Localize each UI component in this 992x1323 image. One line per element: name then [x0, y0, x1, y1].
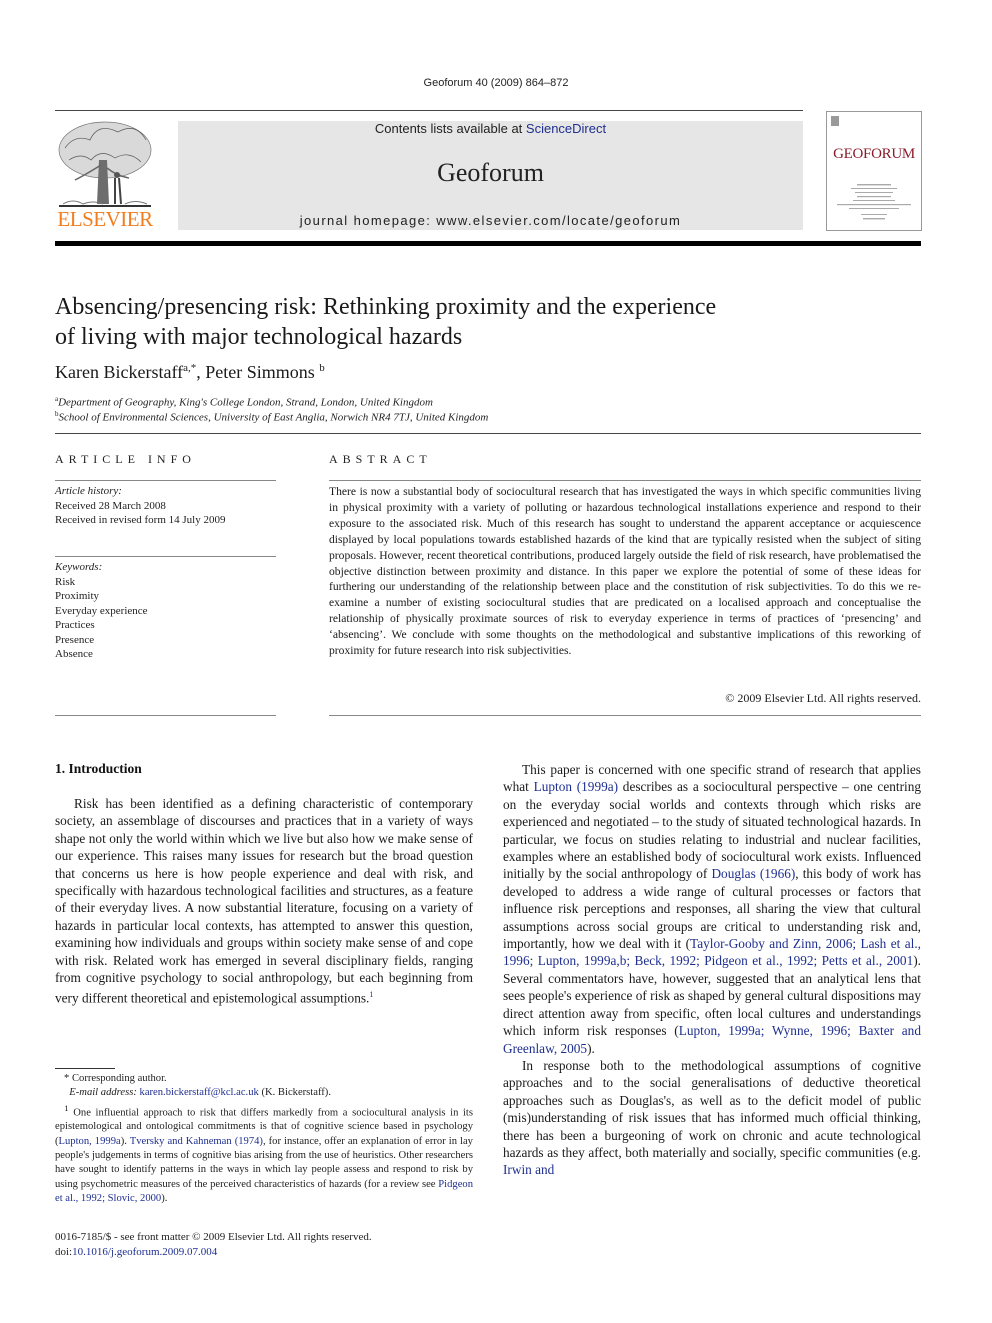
article-title-line-1: Absencing/presencing risk: Rethinking pr… — [55, 294, 717, 320]
keyword-item: Proximity — [55, 590, 100, 602]
affiliation-b: bSchool of Environmental Sciences, Unive… — [55, 410, 488, 424]
keyword-item: Practices — [55, 619, 95, 631]
tree-icon — [58, 121, 152, 207]
affiliation-text: School of Environmental Sciences, Univer… — [58, 411, 489, 424]
article-title-line-2: of living with major technological hazar… — [55, 324, 463, 350]
running-head: Geoforum 40 (2009) 864–872 — [423, 77, 569, 89]
author-list: Karen Bickerstaffa,*, Peter Simmons b — [55, 362, 325, 383]
footnote-mark: * — [64, 1073, 70, 1084]
article-info-rule — [55, 480, 276, 481]
author-marks[interactable]: a,* — [183, 362, 196, 374]
publisher-logo-text: ELSEVIER — [57, 207, 153, 231]
keyword-item: Presence — [55, 633, 95, 646]
intro-paragraph-3: In response both to the methodological a… — [503, 1057, 921, 1179]
intro-paragraph-1: Risk has been identified as a defining c… — [55, 795, 473, 1007]
author-marks[interactable]: b — [319, 362, 325, 374]
body-column-right: This paper is concerned with one specifi… — [503, 761, 921, 1179]
article-info-bottom-rule — [55, 715, 276, 716]
article-history-label: Article history: — [55, 485, 122, 497]
citation-link[interactable]: Lupton, 1999a — [59, 1136, 121, 1147]
paragraph-text: Risk has been identified as a defining c… — [55, 796, 473, 1006]
citation-link[interactable]: Tversky and Kahneman (1974) — [130, 1136, 263, 1147]
footnote-email: E-mail address: karen.bickerstaff@kcl.ac… — [55, 1086, 473, 1100]
contents-prefix: Contents lists available at — [374, 121, 526, 136]
sciencedirect-link[interactable]: ScienceDirect — [526, 121, 606, 136]
history-item: Received in revised form 14 July 2009 — [55, 514, 226, 526]
footnote-text: ). — [161, 1192, 168, 1204]
doi-link[interactable]: 10.1016/j.geoforum.2009.07.004 — [72, 1246, 217, 1258]
email-suffix: (K. Bickerstaff). — [258, 1087, 331, 1099]
journal-masthead: Contents lists available at ScienceDirec… — [178, 121, 803, 230]
body-column-left: Risk has been identified as a defining c… — [55, 795, 473, 1007]
cover-art-icon — [831, 116, 911, 220]
journal-name: Geoforum — [437, 158, 544, 187]
contents-line: Contents lists available at ScienceDirec… — [178, 121, 803, 136]
author-separator: , — [196, 362, 206, 382]
citation-link[interactable]: Lupton (1999a) — [534, 779, 619, 794]
abstract-copyright: © 2009 Elsevier Ltd. All rights reserved… — [725, 691, 921, 705]
email-link[interactable]: karen.bickerstaff@kcl.ac.uk — [140, 1087, 259, 1098]
footnote-1-ref[interactable]: 1 — [369, 990, 373, 999]
abstract-bottom-rule — [329, 715, 921, 716]
front-matter: 0016-7185/$ - see front matter © 2009 El… — [55, 1230, 372, 1259]
paragraph-text: ). — [587, 1040, 595, 1056]
keyword-item: Absence — [55, 648, 93, 660]
section-heading-introduction: 1. Introduction — [55, 761, 142, 776]
abstract-text: There is now a substantial body of socio… — [329, 485, 921, 658]
footnotes: * Corresponding author. E-mail address: … — [55, 1072, 473, 1206]
abstract-rule — [329, 480, 921, 481]
journal-homepage-link[interactable]: journal homepage: www.elsevier.com/locat… — [178, 213, 803, 228]
citation-link[interactable]: Irwin and — [503, 1162, 554, 1177]
elsevier-logo[interactable]: ELSEVIER — [55, 120, 155, 232]
keyword-item: Risk — [55, 575, 76, 588]
intro-paragraph-2: This paper is concerned with one specifi… — [503, 761, 921, 1057]
article-title: Absencing/presencing risk: Rethinking pr… — [55, 292, 815, 352]
paragraph-text: In response both to the methodological a… — [503, 1057, 921, 1160]
article-info-heading: ARTICLE INFO — [55, 452, 196, 466]
keywords-label: Keywords: — [55, 561, 103, 573]
journal-cover-thumbnail[interactable]: GEOFORUM — [826, 111, 922, 231]
doi-label: doi: — [55, 1245, 73, 1258]
keywords-rule — [55, 556, 276, 557]
affiliation-a: aDepartment of Geography, King's College… — [55, 395, 433, 409]
affiliation-rule — [55, 433, 921, 434]
footnote-corresponding: * Corresponding author. — [55, 1072, 473, 1086]
footnote-text: Corresponding author. — [71, 1073, 167, 1084]
keywords-list: Keywords: Risk Proximity Everyday experi… — [55, 560, 276, 662]
header-rule — [55, 110, 803, 111]
masthead-thick-rule — [55, 241, 921, 246]
footnote-1: 1 One influential approach to risk that … — [55, 1101, 473, 1207]
history-item: Received 28 March 2008 — [55, 499, 166, 512]
footnote-text: ). — [120, 1135, 130, 1147]
issn-line: 0016-7185/$ - see front matter © 2009 El… — [55, 1231, 372, 1243]
citation-link[interactable]: Douglas (1966) — [711, 866, 795, 881]
abstract-heading: ABSTRACT — [329, 452, 432, 466]
footnote-rule — [55, 1068, 115, 1069]
author-name[interactable]: Karen Bickerstaff — [55, 362, 183, 382]
author-name[interactable]: Peter Simmons — [205, 362, 315, 382]
email-label: E-mail address: — [69, 1087, 137, 1099]
affiliation-text: Department of Geography, King's College … — [58, 396, 433, 409]
doi-line: doi:10.1016/j.geoforum.2009.07.004 — [55, 1245, 372, 1260]
article-history: Article history: Received 28 March 2008 … — [55, 484, 276, 528]
keyword-item: Everyday experience — [55, 604, 148, 617]
cover-title: GEOFORUM — [833, 146, 915, 162]
